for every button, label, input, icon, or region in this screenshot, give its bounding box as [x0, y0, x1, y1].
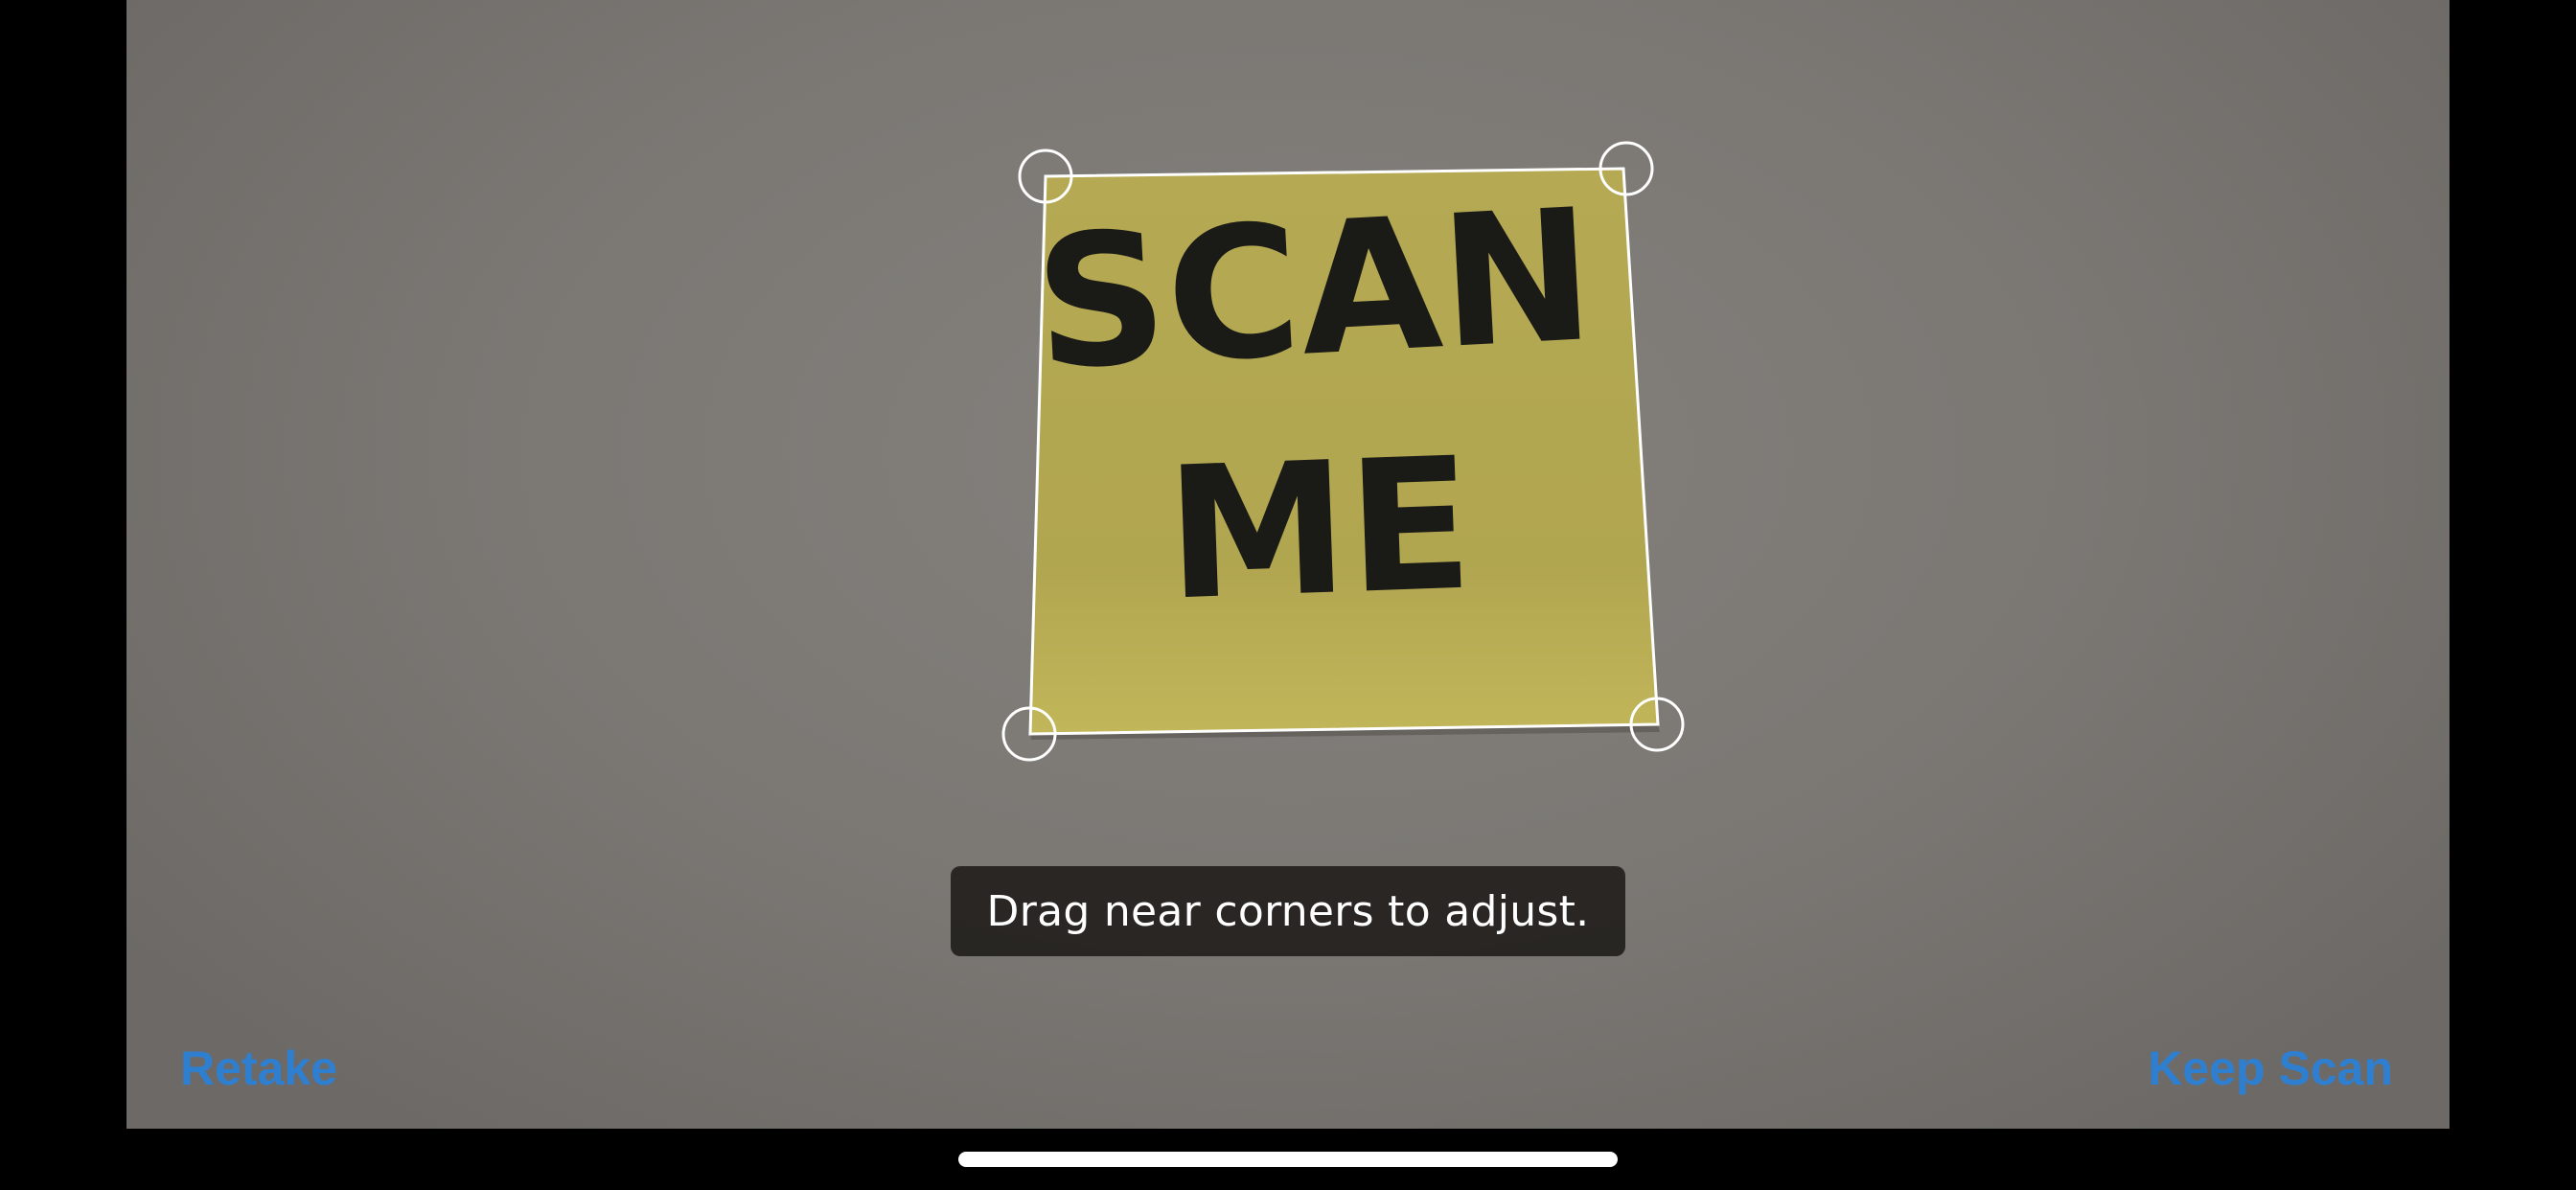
home-indicator[interactable]: [958, 1152, 1618, 1167]
keep-scan-button[interactable]: Keep Scan: [2148, 1035, 2393, 1102]
retake-button[interactable]: Retake: [180, 1035, 337, 1102]
scanner-screen: SCAN ME Drag near corners to adjust. Ret…: [0, 0, 2576, 1190]
note-text-line-2: ME: [1163, 419, 1476, 641]
scan-preview: SCAN ME: [126, 0, 2450, 1129]
scan-preview-canvas: SCAN ME: [1001, 141, 1685, 762]
hint-toast: Drag near corners to adjust.: [951, 866, 1625, 956]
note-text-line-1: SCAN: [1030, 170, 1598, 410]
hint-text: Drag near corners to adjust.: [986, 886, 1590, 936]
